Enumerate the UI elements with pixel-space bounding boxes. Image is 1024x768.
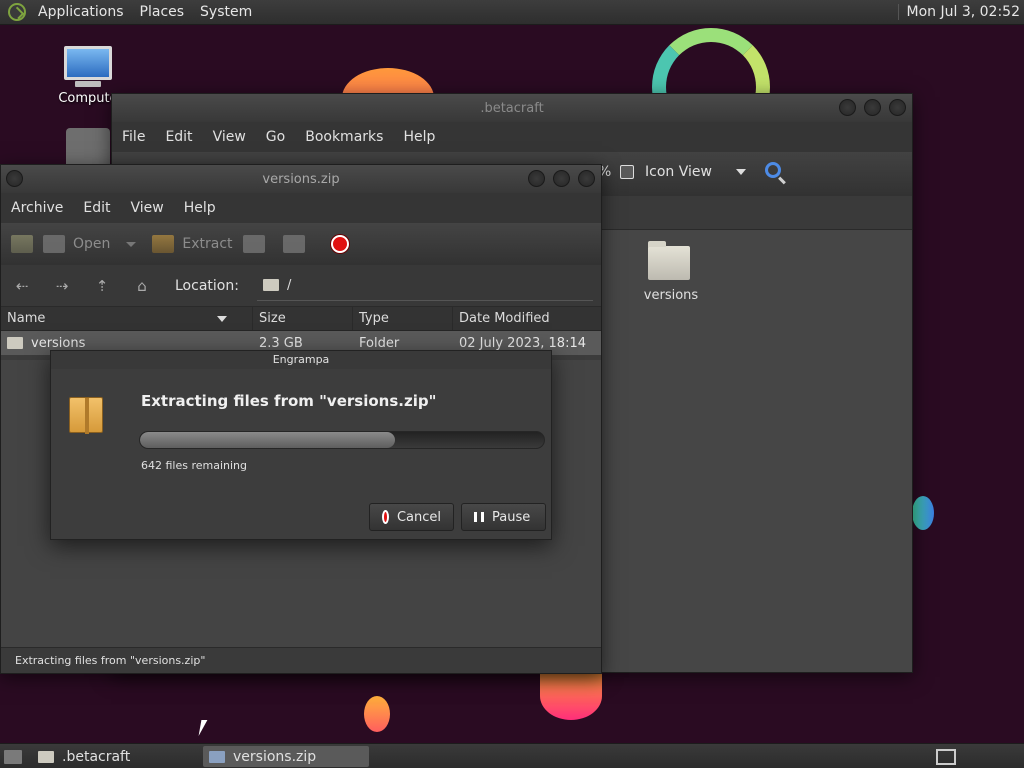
menu-applications[interactable]: Applications	[30, 4, 132, 20]
minimize-button[interactable]	[839, 99, 856, 116]
column-date[interactable]: Date Modified	[453, 307, 601, 330]
minimize-button[interactable]	[528, 170, 545, 187]
open-label: Open	[73, 236, 111, 252]
pause-icon	[474, 512, 484, 522]
row-size: 2.3 GB	[259, 335, 303, 351]
view-mode-select[interactable]: Icon View	[645, 164, 712, 180]
menu-view[interactable]: View	[121, 200, 174, 216]
menu-places[interactable]: Places	[132, 4, 193, 20]
maximize-button[interactable]	[553, 170, 570, 187]
extract-icon	[152, 235, 175, 253]
home-icon[interactable]: ⌂	[131, 278, 153, 294]
window-menu-button[interactable]	[6, 170, 23, 187]
open-dropdown-icon[interactable]	[126, 241, 137, 247]
new-archive-icon[interactable]	[11, 235, 33, 253]
menu-bookmarks[interactable]: Bookmarks	[295, 129, 393, 145]
search-icon[interactable]	[765, 162, 781, 178]
menu-help[interactable]: Help	[393, 129, 445, 145]
menu-go[interactable]: Go	[256, 129, 295, 145]
extract-progress-dialog: Engrampa Extracting files from "versions…	[50, 350, 552, 540]
back-icon[interactable]: ⇠	[11, 278, 33, 294]
location-input[interactable]: /	[256, 271, 593, 301]
open-icon	[43, 235, 65, 253]
stop-icon[interactable]	[330, 235, 349, 253]
folder-icon	[38, 750, 54, 763]
close-button[interactable]	[578, 170, 595, 187]
file-list-header: Name Size Type Date Modified	[1, 307, 601, 331]
menu-view[interactable]: View	[203, 129, 256, 145]
taskbar-label-betacraft: .betacraft	[62, 748, 131, 765]
dialog-title[interactable]: Engrampa	[51, 351, 551, 369]
computer-icon	[64, 46, 112, 80]
cancel-button[interactable]: Cancel	[369, 503, 454, 531]
mate-logo-icon[interactable]	[8, 3, 26, 21]
betacraft-menubar: File Edit View Go Bookmarks Help	[112, 122, 912, 152]
versions-menubar: Archive Edit View Help	[1, 193, 601, 223]
archive-icon	[209, 750, 225, 763]
package-icon	[69, 397, 103, 434]
dialog-heading: Extracting files from "versions.zip"	[141, 392, 437, 410]
column-name-label: Name	[7, 311, 46, 326]
row-name-cell: versions	[1, 336, 253, 351]
chevron-down-icon[interactable]	[736, 169, 746, 175]
status-bar: Extracting files from "versions.zip"	[1, 647, 601, 673]
extract-button[interactable]: Extract	[146, 235, 238, 253]
close-button[interactable]	[889, 99, 906, 116]
mouse-cursor-icon	[198, 720, 208, 736]
extract-label: Extract	[182, 236, 233, 252]
versions-toolbar: Open Extract	[1, 223, 601, 265]
forward-icon[interactable]: ⇢	[51, 278, 73, 294]
menu-system[interactable]: System	[192, 4, 260, 20]
add-folder-icon[interactable]	[282, 235, 305, 253]
folder-label[interactable]: versions	[632, 288, 710, 303]
folder-icon	[7, 337, 23, 349]
menu-help[interactable]: Help	[174, 200, 226, 216]
sort-arrow-icon	[217, 315, 228, 322]
versions-title: versions.zip	[262, 171, 340, 187]
files-remaining: 642 files remaining	[141, 459, 248, 472]
cancel-label: Cancel	[396, 509, 441, 525]
maximize-button[interactable]	[864, 99, 881, 116]
taskbar-label-versions-zip: versions.zip	[233, 748, 317, 765]
folder-icon[interactable]	[648, 241, 690, 280]
up-icon[interactable]: ⇡	[91, 278, 113, 294]
show-desktop-icon[interactable]	[4, 750, 22, 764]
top-panel: Applications Places System Mon Jul 3, 02…	[0, 0, 1024, 25]
location-bar: ⇠ ⇢ ⇡ ⌂ Location: /	[1, 265, 601, 307]
clock[interactable]: Mon Jul 3, 02:52	[897, 4, 1020, 20]
menu-edit[interactable]: Edit	[73, 200, 120, 216]
open-button[interactable]: Open	[37, 235, 116, 253]
home-folder-icon[interactable]	[66, 128, 110, 168]
wallpaper-small-drop	[364, 696, 390, 732]
column-type[interactable]: Type	[353, 307, 453, 330]
taskbar-item-versions-zip[interactable]: versions.zip	[203, 746, 369, 767]
location-value: /	[286, 277, 292, 293]
betacraft-titlebar[interactable]: .betacraft	[112, 94, 912, 122]
add-files-icon[interactable]	[242, 235, 265, 253]
folder-icon	[262, 279, 279, 291]
workspace-switcher-icon[interactable]	[936, 749, 956, 765]
pause-button[interactable]: Pause	[461, 503, 546, 531]
pause-label: Pause	[492, 509, 531, 525]
wallpaper-blue-drop	[912, 496, 934, 530]
row-type: Folder	[359, 335, 400, 351]
column-name[interactable]: Name	[1, 307, 253, 330]
taskbar-item-betacraft[interactable]: .betacraft	[32, 746, 198, 767]
menu-edit[interactable]: Edit	[155, 129, 202, 145]
progress-bar	[139, 431, 545, 449]
cancel-icon	[382, 510, 389, 524]
menu-archive[interactable]: Archive	[1, 200, 73, 216]
progress-fill	[140, 432, 395, 448]
betacraft-title: .betacraft	[480, 100, 544, 116]
wallpaper-bottom-blob	[540, 672, 602, 720]
location-label: Location:	[175, 277, 239, 294]
row-name: versions	[31, 335, 86, 351]
menu-file[interactable]: File	[112, 129, 155, 145]
row-date: 02 July 2023, 18:14	[459, 335, 586, 351]
versions-titlebar[interactable]: versions.zip	[1, 165, 601, 193]
computer-stand	[75, 81, 101, 87]
view-mode-icon	[620, 165, 634, 179]
bottom-panel: .betacraft versions.zip	[0, 743, 1024, 768]
column-size[interactable]: Size	[253, 307, 353, 330]
